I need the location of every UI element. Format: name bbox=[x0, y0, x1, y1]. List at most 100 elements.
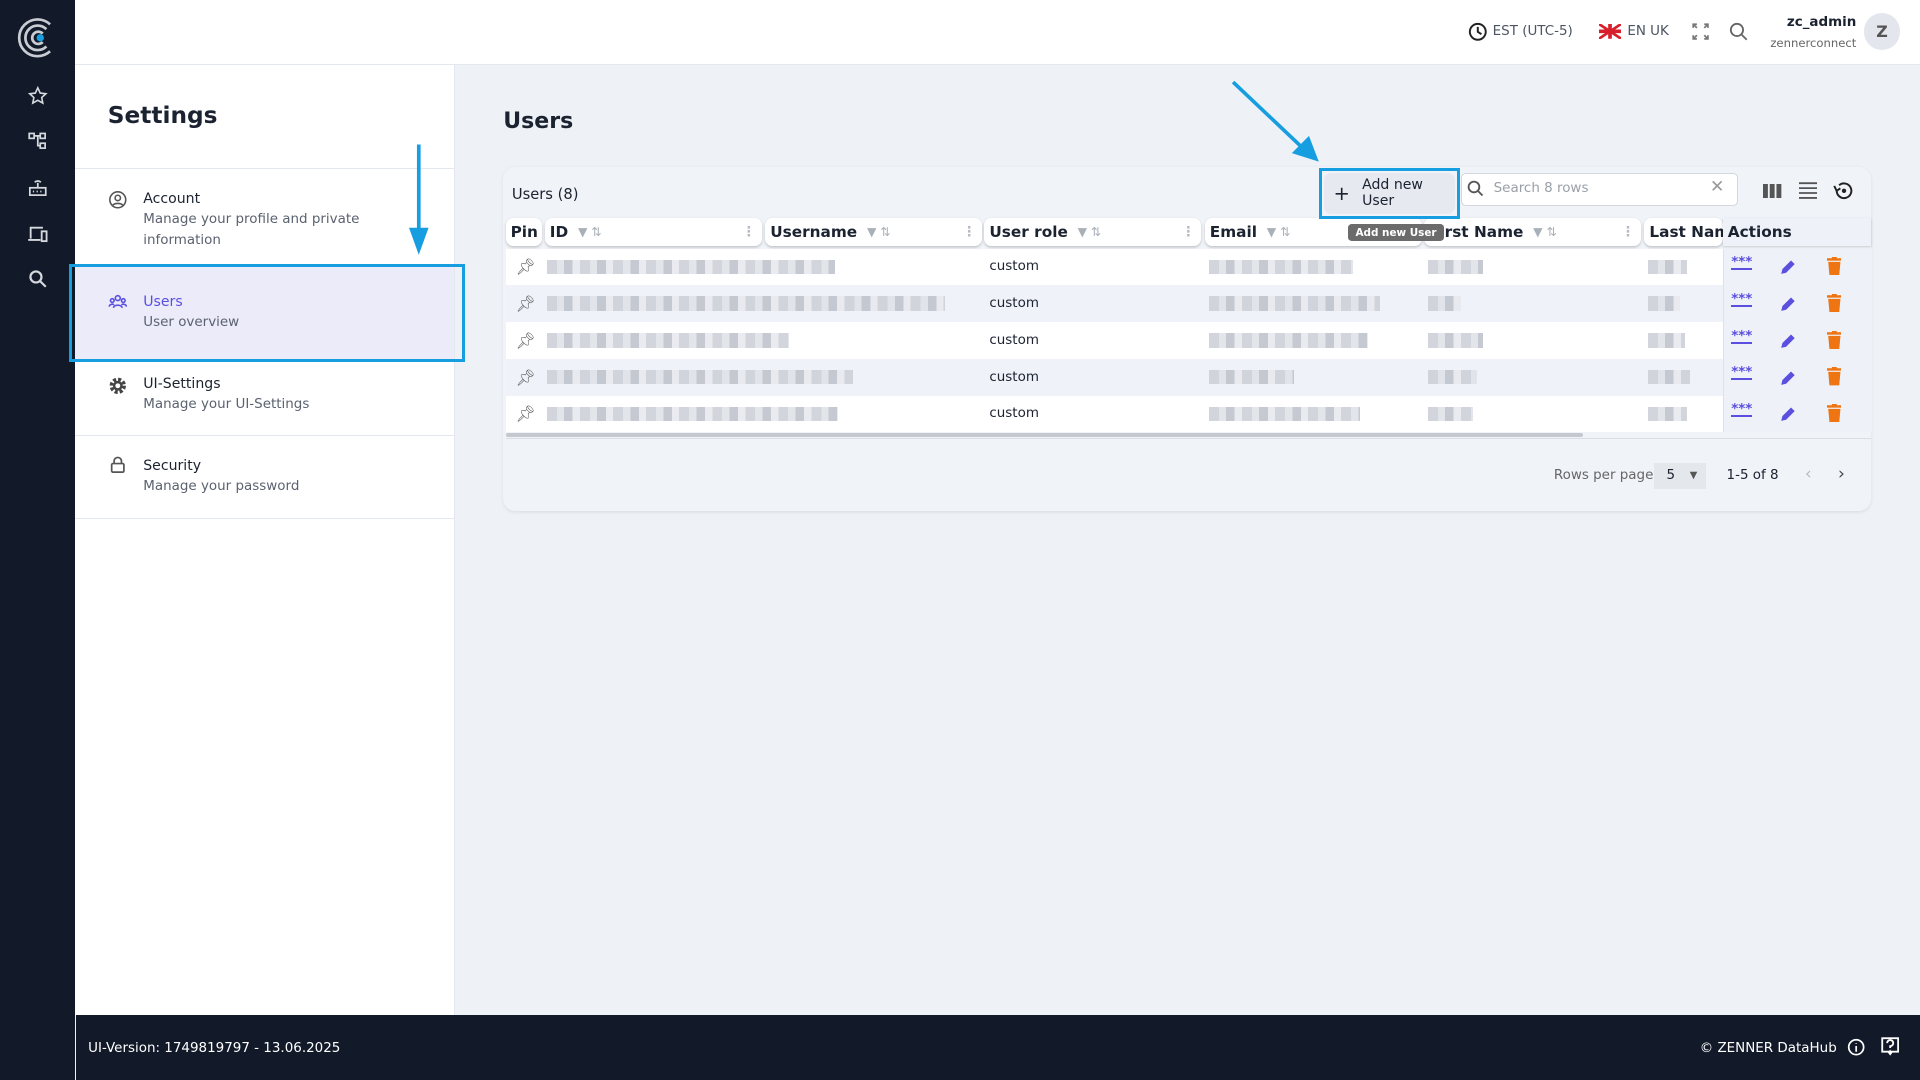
edit-icon[interactable] bbox=[1780, 295, 1797, 312]
filter-sort-icon[interactable]: ▼ ⇅ bbox=[1267, 225, 1291, 239]
gateway-icon[interactable] bbox=[24, 174, 51, 201]
star-icon[interactable] bbox=[24, 82, 51, 109]
redacted-last-name bbox=[1648, 259, 1688, 275]
column-header-pin[interactable]: Pin bbox=[505, 217, 543, 247]
search-icon[interactable] bbox=[24, 266, 51, 293]
delete-icon[interactable] bbox=[1826, 330, 1842, 349]
column-header-id[interactable]: ID ▼ ⇅ ⋮ bbox=[544, 217, 762, 247]
pin-icon[interactable]: 📌︎ bbox=[515, 285, 535, 322]
timezone-selector[interactable]: EST (UTC-5) bbox=[1493, 24, 1573, 39]
password-reset-icon[interactable]: *** bbox=[1731, 403, 1753, 418]
pin-icon[interactable]: 📌︎ bbox=[515, 359, 535, 396]
scrollbar-thumb[interactable] bbox=[505, 433, 1584, 438]
column-label: User role bbox=[989, 223, 1068, 242]
table-row[interactable]: 📌︎ custom *** bbox=[505, 395, 1872, 433]
edit-icon[interactable] bbox=[1780, 332, 1797, 349]
column-header-username[interactable]: Username ▼ ⇅ ⋮ bbox=[765, 217, 983, 247]
filter-sort-icon[interactable]: ▼ ⇅ bbox=[1533, 225, 1557, 239]
left-rail bbox=[0, 0, 75, 1080]
clock-icon bbox=[1469, 22, 1487, 41]
user-role-cell: custom bbox=[989, 296, 1039, 312]
devices-icon[interactable] bbox=[24, 220, 51, 247]
edit-icon[interactable] bbox=[1780, 369, 1797, 386]
edit-icon[interactable] bbox=[1780, 258, 1797, 275]
prev-page-button[interactable]: ‹ bbox=[1805, 464, 1812, 484]
redacted-last-name bbox=[1648, 369, 1690, 385]
rows-per-page-select[interactable]: 5 ▼ bbox=[1654, 462, 1706, 489]
table-row[interactable]: 📌︎ custom *** bbox=[505, 358, 1872, 396]
annotation-box-users bbox=[68, 264, 466, 363]
search-icon[interactable] bbox=[1729, 22, 1749, 42]
delete-icon[interactable] bbox=[1826, 257, 1842, 276]
delete-icon[interactable] bbox=[1826, 404, 1842, 423]
reset-icon[interactable] bbox=[1833, 181, 1854, 201]
password-reset-icon[interactable]: *** bbox=[1731, 256, 1753, 271]
column-menu-icon[interactable]: ⋮ bbox=[962, 225, 975, 240]
pin-icon[interactable]: 📌︎ bbox=[515, 396, 535, 433]
column-menu-icon[interactable]: ⋮ bbox=[742, 225, 755, 240]
clear-search-icon[interactable]: ✕ bbox=[1710, 177, 1724, 197]
filter-sort-icon[interactable]: ▼ ⇅ bbox=[578, 225, 602, 239]
table-row[interactable]: 📌︎ custom *** bbox=[505, 248, 1872, 286]
ui-version: UI-Version: 1749819797 - 13.06.2025 bbox=[88, 1040, 341, 1056]
filter-sort-icon[interactable]: ▼ ⇅ bbox=[867, 225, 891, 239]
avatar[interactable]: Z bbox=[1863, 13, 1901, 51]
column-label: Email bbox=[1209, 223, 1257, 242]
column-header-actions: Actions bbox=[1722, 217, 1872, 247]
pin-icon[interactable]: 📌︎ bbox=[515, 322, 535, 359]
column-label: Actions bbox=[1727, 223, 1792, 242]
redacted-email bbox=[1208, 406, 1361, 422]
help-icon[interactable] bbox=[1881, 1037, 1899, 1057]
language-selector[interactable]: EN UK bbox=[1627, 24, 1669, 39]
row-actions: *** bbox=[1722, 285, 1872, 323]
redacted-first-name bbox=[1427, 369, 1477, 385]
next-page-button[interactable]: › bbox=[1838, 464, 1845, 484]
edit-icon[interactable] bbox=[1780, 405, 1797, 422]
columns-icon[interactable] bbox=[1763, 183, 1782, 199]
settings-item-label: Account bbox=[143, 190, 201, 207]
user-org: zennerconnect bbox=[1770, 35, 1857, 50]
delete-icon[interactable] bbox=[1826, 293, 1842, 313]
password-reset-icon[interactable]: *** bbox=[1731, 330, 1753, 344]
redacted-last-name bbox=[1648, 296, 1680, 311]
horizontal-scrollbar[interactable] bbox=[505, 433, 1872, 440]
user-role-cell: custom bbox=[989, 369, 1039, 385]
search-input[interactable]: Search 8 rows ✕ bbox=[1460, 172, 1738, 206]
settings-item-security[interactable]: Security Manage your password bbox=[74, 434, 455, 519]
row-actions: *** bbox=[1722, 395, 1872, 433]
brand: © ZENNER DataHub bbox=[1699, 1040, 1837, 1056]
fullscreen-icon[interactable] bbox=[1692, 23, 1710, 41]
column-header-first-name[interactable]: First Name ▼ ⇅ ⋮ bbox=[1424, 217, 1641, 247]
redacted-first-name bbox=[1427, 296, 1461, 311]
footer: UI-Version: 1749819797 - 13.06.2025 © ZE… bbox=[75, 1015, 1920, 1080]
density-icon[interactable] bbox=[1798, 182, 1818, 200]
column-header-user-role[interactable]: User role ▼ ⇅ ⋮ bbox=[984, 217, 1202, 247]
table-row[interactable]: 📌︎ custom *** bbox=[505, 285, 1872, 323]
column-menu-icon[interactable]: ⋮ bbox=[1621, 225, 1634, 240]
redacted-email bbox=[1208, 333, 1368, 348]
password-reset-icon[interactable]: *** bbox=[1731, 293, 1753, 307]
delete-icon[interactable] bbox=[1826, 367, 1842, 386]
info-icon[interactable] bbox=[1847, 1038, 1865, 1056]
column-label: Pin bbox=[510, 223, 538, 242]
settings-panel: Settings Account Manage your profile and… bbox=[74, 64, 456, 1016]
page-title: Users bbox=[503, 108, 574, 134]
table-caption: Users (8) bbox=[511, 186, 579, 204]
logo-icon[interactable] bbox=[17, 17, 59, 59]
settings-title: Settings bbox=[107, 101, 218, 129]
pin-icon[interactable]: 📌︎ bbox=[515, 249, 535, 286]
filter-sort-icon[interactable]: ▼ ⇅ bbox=[1078, 225, 1102, 239]
hierarchy-icon[interactable] bbox=[24, 127, 51, 154]
account-icon bbox=[108, 190, 127, 209]
row-actions: *** bbox=[1722, 322, 1872, 359]
password-reset-icon[interactable]: *** bbox=[1731, 366, 1753, 381]
settings-item-account[interactable]: Account Manage your profile and private … bbox=[74, 167, 455, 267]
column-menu-icon[interactable]: ⋮ bbox=[1182, 225, 1195, 240]
column-header-last-name[interactable]: Last Name bbox=[1644, 217, 1723, 247]
redacted-id bbox=[547, 333, 789, 348]
settings-item-ui-settings[interactable]: UI-Settings Manage your UI-Settings bbox=[74, 359, 455, 436]
table-row[interactable]: 📌︎ custom *** bbox=[505, 322, 1872, 359]
lock-icon bbox=[110, 456, 125, 474]
user-name: zc_admin bbox=[1786, 14, 1857, 30]
uk-flag-icon bbox=[1599, 24, 1622, 40]
